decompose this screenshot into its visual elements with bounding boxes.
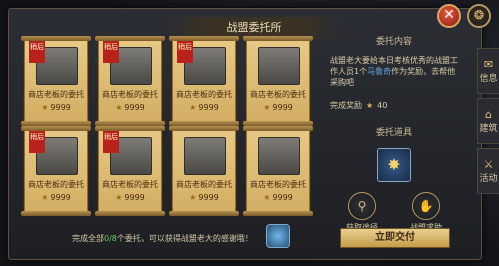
commission-card[interactable]: 商店老板的委托 ★ 9999 — [169, 126, 239, 216]
item-actions: ⚲ 获取途径 ✋ 战盟求助 — [330, 192, 458, 233]
building-icon: ⌂ — [485, 108, 492, 121]
card-ribbon: 稍后 — [103, 131, 119, 153]
commission-item-slot[interactable]: ✸ — [377, 148, 411, 182]
card-reward: ★ 9999 — [25, 103, 87, 112]
commission-card[interactable]: 稍后 商店老板的委托 ★ 9999 — [21, 126, 91, 216]
completion-reward-item[interactable] — [266, 224, 290, 248]
activity-icon: ⚔ — [483, 158, 494, 171]
card-title: 商店老板的委托 — [176, 180, 232, 189]
close-icon: ✕ — [443, 7, 455, 23]
content-section-title: 委托内容 — [375, 37, 412, 47]
card-reward-value: 9999 — [272, 103, 293, 112]
commission-card[interactable]: 稍后 商店老板的委托 ★ 9999 — [169, 36, 239, 126]
guild-help-button[interactable]: ✋ 战盟求助 — [406, 192, 446, 233]
card-reward: ★ 9999 — [173, 193, 235, 202]
card-reward-value: 9999 — [124, 103, 145, 112]
footer-suffix: 个委托，可以获得战盟老大的感谢哦！ — [116, 234, 253, 243]
card-ribbon: 稍后 — [103, 41, 119, 63]
card-ribbon: 稍后 — [29, 131, 45, 153]
star-icon: ★ — [115, 193, 123, 202]
card-reward: ★ 9999 — [173, 103, 235, 112]
star-icon: ★ — [366, 101, 374, 110]
star-icon: ★ — [189, 103, 197, 112]
completion-reward-hint: 完成全部0/8个委托，可以获得战盟老大的感谢哦！ — [72, 233, 253, 244]
gear-icon: ❂ — [473, 8, 485, 22]
card-reward-value: 9999 — [124, 193, 145, 202]
star-icon: ★ — [41, 193, 49, 202]
star-icon: ★ — [189, 193, 197, 202]
reward-value: 40 — [377, 101, 388, 110]
description-highlight: 马鲁奇 — [367, 67, 392, 76]
card-image — [258, 47, 300, 85]
star-icon: ★ — [41, 103, 49, 112]
card-title: 商店老板的委托 — [176, 90, 232, 99]
commission-card[interactable]: 商店老板的委托 ★ 9999 — [243, 126, 313, 216]
card-title: 商店老板的委托 — [28, 180, 84, 189]
card-reward-value: 9999 — [272, 193, 293, 202]
card-reward: ★ 9999 — [99, 193, 161, 202]
card-title: 商店老板的委托 — [250, 180, 306, 189]
submit-now-button[interactable]: 立即交付 — [340, 228, 450, 248]
commission-card[interactable]: 稍后 商店老板的委托 ★ 9999 — [95, 36, 165, 126]
card-ribbon: 稍后 — [29, 41, 45, 63]
commission-grid: 稍后 商店老板的委托 ★ 9999 稍后 商店老板的委托 ★ 9999 稍后 商店老… — [14, 30, 318, 216]
commission-card[interactable]: 稍后 商店老板的委托 ★ 9999 — [21, 36, 91, 126]
star-icon: ★ — [263, 103, 271, 112]
commission-description: 战盟老大要给本日考核优秀的战盟工作人员1个马鲁奇作为奖励，去帮他采购吧 — [330, 55, 458, 88]
item-section-title: 委托道具 — [375, 128, 412, 138]
card-title: 商店老板的委托 — [102, 90, 158, 99]
handshake-icon: ✋ — [412, 192, 440, 220]
close-button[interactable]: ✕ — [437, 4, 461, 28]
card-title: 商店老板的委托 — [250, 90, 306, 99]
card-image — [258, 137, 300, 175]
card-reward-value: 9999 — [50, 193, 71, 202]
card-reward-value: 9999 — [50, 103, 71, 112]
magnifier-icon: ⚲ — [348, 192, 376, 220]
commission-detail-panel: 委托内容 战盟老大要给本日考核优秀的战盟工作人员1个马鲁奇作为奖励，去帮他采购吧… — [330, 30, 458, 250]
info-icon: ✉ — [483, 58, 494, 71]
card-title: 商店老板的委托 — [102, 180, 158, 189]
card-title: 商店老板的委托 — [28, 90, 84, 99]
card-reward: ★ 9999 — [25, 193, 87, 202]
card-image — [184, 137, 226, 175]
card-reward-value: 9999 — [198, 103, 219, 112]
card-reward: ★ 9999 — [247, 103, 309, 112]
side-tab-label: 建筑 — [479, 124, 498, 134]
side-tab-bar: ✉ 信息 ⌂ 建筑 ⚔ 活动 — [477, 48, 499, 198]
side-tab-label: 活动 — [479, 174, 498, 184]
side-tab-info[interactable]: ✉ 信息 — [477, 48, 499, 94]
top-right-menu-button[interactable]: ❂ — [467, 4, 491, 28]
star-icon: ★ — [263, 193, 271, 202]
star-icon: ★ — [115, 103, 123, 112]
side-tab-label: 信息 — [479, 74, 498, 84]
commission-card[interactable]: 商店老板的委托 ★ 9999 — [243, 36, 313, 126]
star-badge-icon: ✸ — [387, 155, 401, 174]
card-reward: ★ 9999 — [247, 193, 309, 202]
side-tab-building[interactable]: ⌂ 建筑 — [477, 98, 499, 144]
footer-progress: 0/8 — [104, 234, 117, 243]
completion-reward: 完成奖励 ★ 40 — [330, 100, 458, 111]
get-source-button[interactable]: ⚲ 获取途径 — [342, 192, 382, 233]
footer-prefix: 完成全部 — [72, 234, 104, 243]
reward-label: 完成奖励 — [330, 101, 362, 110]
card-reward-value: 9999 — [198, 193, 219, 202]
card-reward: ★ 9999 — [99, 103, 161, 112]
card-ribbon: 稍后 — [177, 41, 193, 63]
commission-card[interactable]: 稍后 商店老板的委托 ★ 9999 — [95, 126, 165, 216]
side-tab-activity[interactable]: ⚔ 活动 — [477, 148, 499, 194]
